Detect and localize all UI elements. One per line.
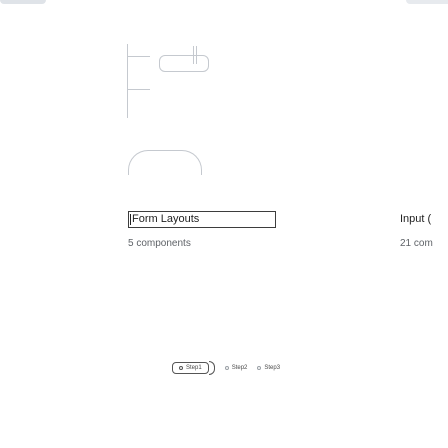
text-cursor bbox=[130, 214, 131, 225]
preview-fragment bbox=[406, 0, 448, 4]
step-label: Step2 bbox=[231, 365, 248, 371]
preview-line bbox=[128, 56, 150, 57]
card-title: Form Layouts bbox=[132, 213, 200, 225]
stepper: Step1 Step2 Step3 bbox=[172, 361, 280, 375]
card-subtitle: 21 com bbox=[400, 238, 433, 249]
stepper-step-3[interactable]: Step3 bbox=[257, 365, 280, 371]
preview-line bbox=[128, 89, 150, 90]
preview-box bbox=[159, 55, 209, 72]
step-dot-icon bbox=[179, 366, 183, 370]
preview-fragment bbox=[0, 0, 46, 4]
card-title-input[interactable]: Form Layouts bbox=[128, 211, 276, 228]
step-label: Step1 bbox=[186, 365, 202, 371]
card-title[interactable]: Input ( bbox=[400, 213, 431, 225]
step-label: Step3 bbox=[264, 365, 281, 371]
step-dot-icon bbox=[224, 366, 229, 370]
preview-arc bbox=[128, 150, 202, 175]
step-connector bbox=[208, 361, 215, 375]
step-dot-icon bbox=[257, 366, 262, 370]
stepper-step-2[interactable]: Step2 bbox=[224, 365, 248, 371]
stepper-step-1[interactable]: Step1 bbox=[172, 362, 209, 374]
card-subtitle: 5 components bbox=[128, 238, 191, 249]
